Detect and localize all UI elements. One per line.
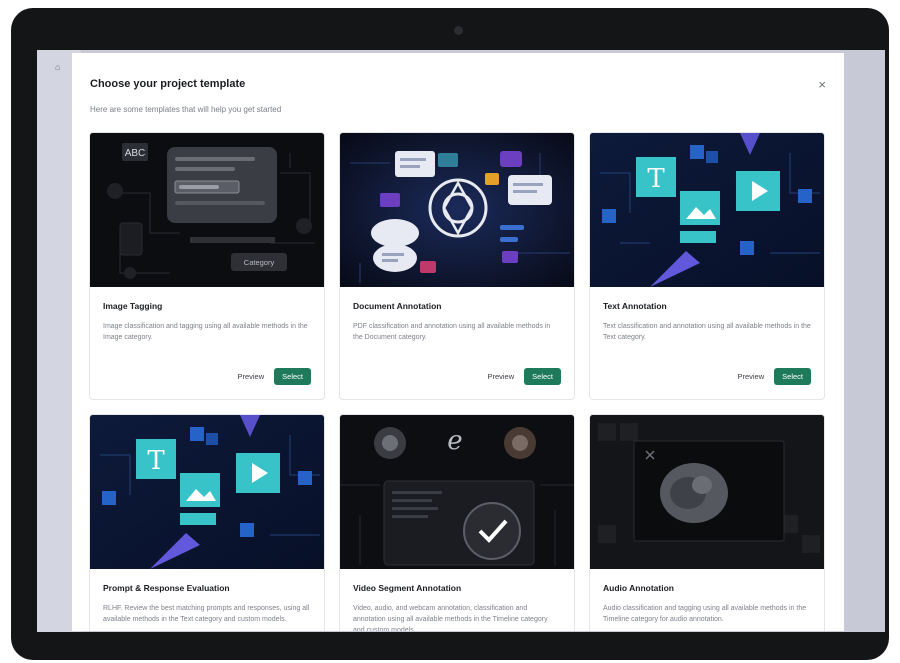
card-actions: Preview Select [737, 368, 811, 385]
card-description: RLHF. Review the best matching prompts a… [103, 605, 310, 623]
select-button[interactable]: Select [774, 368, 811, 385]
audio-annotation-thumbnail [590, 415, 824, 569]
modal-header: Choose your project template × [90, 73, 826, 95]
preview-button[interactable]: Preview [237, 372, 264, 381]
preview-button[interactable]: Preview [487, 372, 514, 381]
template-card-image-tagging[interactable]: ABC Category Image Tagging Image classif… [89, 132, 325, 400]
card-description: Video, audio, and webcam annotation, cla… [353, 605, 548, 631]
close-icon[interactable]: × [818, 78, 826, 91]
card-title: Prompt & Response Evaluation [103, 583, 230, 593]
camera-dot [454, 26, 463, 35]
card-title: Video Segment Annotation [353, 583, 462, 593]
category-chip-text: Category [244, 258, 275, 267]
modal-subtitle: Here are some templates that will help y… [90, 105, 282, 114]
video-segment-thumbnail: e [340, 415, 574, 569]
card-description: PDF classification and annotation using … [353, 323, 551, 341]
card-title: Audio Annotation [603, 583, 674, 593]
template-card-audio-annotation[interactable]: Audio Annotation Audio classification an… [589, 414, 825, 631]
card-actions: Preview Select [487, 368, 561, 385]
template-card-video-segment[interactable]: e Video Segment Annotation Video, audio,… [339, 414, 575, 631]
menu-icon[interactable]: ⌂ [55, 62, 60, 72]
select-button[interactable]: Select [274, 368, 311, 385]
template-modal: Choose your project template × Here are … [72, 53, 844, 631]
modal-title: Choose your project template [90, 78, 246, 90]
template-card-text-annotation[interactable]: T Text Annotation Text classification an… [589, 132, 825, 400]
card-description: Text classification and annotation using… [603, 323, 811, 341]
document-annotation-thumbnail [340, 133, 574, 287]
card-description: Image classification and tagging using a… [103, 323, 308, 341]
badge-text: ABC [125, 148, 146, 159]
card-description: Audio classification and tagging using a… [603, 605, 807, 623]
prompt-response-thumbnail: T [90, 415, 324, 569]
preview-button[interactable]: Preview [737, 372, 764, 381]
card-actions: Preview Select [237, 368, 311, 385]
text-annotation-thumbnail: T [590, 133, 824, 287]
card-title: Text Annotation [603, 301, 667, 311]
card-title: Image Tagging [103, 301, 163, 311]
template-card-prompt-response[interactable]: T Prompt & Response Evaluation RLHF. Rev… [89, 414, 325, 631]
text-glyph: T [647, 164, 665, 194]
template-grid: ABC Category Image Tagging Image classif… [89, 132, 826, 631]
select-button[interactable]: Select [524, 368, 561, 385]
text-glyph: T [147, 446, 165, 476]
template-card-document-annotation[interactable]: Document Annotation PDF classification a… [339, 132, 575, 400]
card-title: Document Annotation [353, 301, 442, 311]
image-tagging-thumbnail: ABC Category [90, 133, 324, 287]
browser-e-icon: e [447, 426, 462, 456]
